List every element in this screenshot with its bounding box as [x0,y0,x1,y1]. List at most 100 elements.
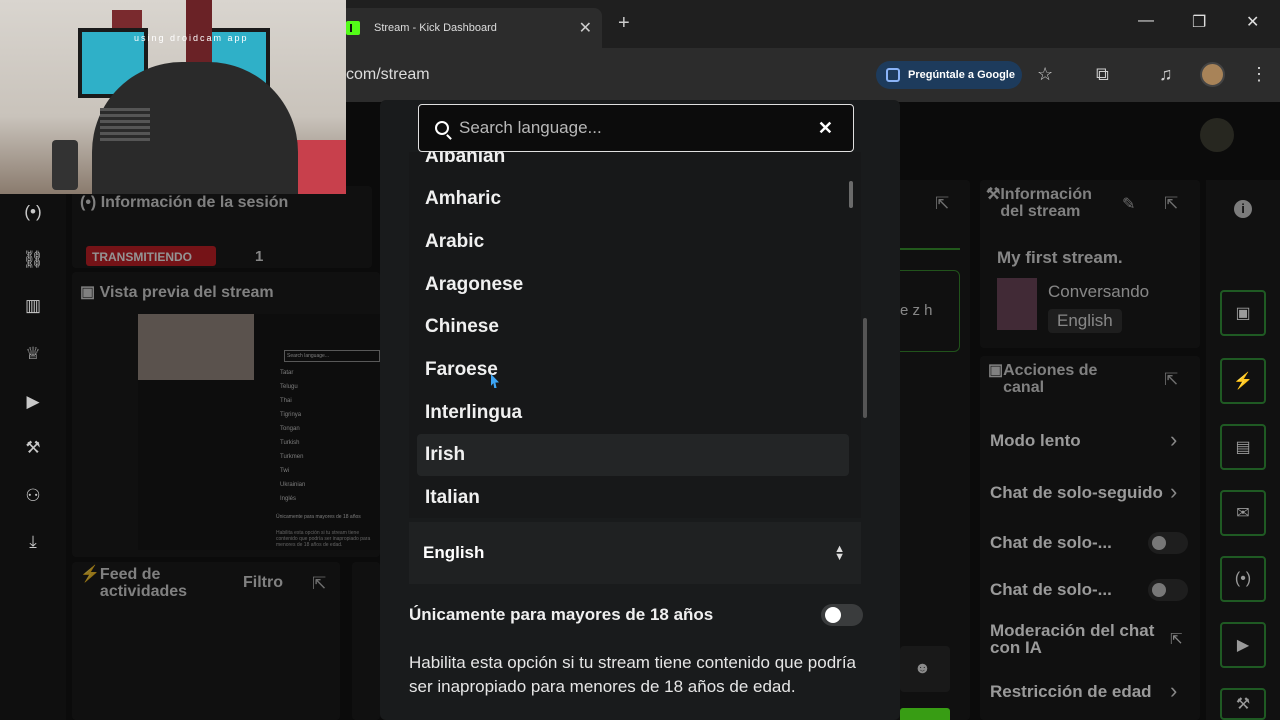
chevron-right-icon: › [1170,678,1178,703]
download-icon[interactable]: ⤓ [22,532,44,554]
send-button[interactable] [900,708,950,720]
language-option[interactable]: Albanian [417,152,849,178]
broadcast-icon[interactable]: (•) [22,202,44,224]
url-text[interactable]: com/stream [346,66,430,84]
dropdown-scrollbar[interactable] [849,181,853,208]
kick-favicon-icon [346,21,360,35]
external-link-icon: ⇱ [1170,631,1183,648]
video-library-icon[interactable]: ▶ [22,392,44,414]
ai-moderation-item[interactable]: Moderación del chat con IA [990,622,1154,656]
language-search-input[interactable] [459,118,818,138]
slow-mode-item[interactable]: Modo lento [990,431,1081,451]
analytics-icon[interactable]: ▥ [22,296,44,318]
stream-title: My first stream. [997,248,1123,267]
browser-tab[interactable]: Stream - Kick Dashboard ✕ [340,8,602,48]
menu-dots-icon[interactable]: ⋮ [1250,64,1268,85]
profile-avatar[interactable] [1200,62,1225,87]
preview-title: ▣ Vista previa del stream [80,282,274,302]
close-window-icon[interactable]: ✕ [1246,12,1259,32]
sub-only-toggle[interactable] [1148,532,1188,554]
session-title: (•) Información de la sesión [80,194,288,212]
status-badge: TRANSMITIENDO [86,246,216,266]
emoji-icon: ☻ [914,660,931,677]
user-avatar[interactable] [1200,118,1234,152]
tab-title: Stream - Kick Dashboard [374,22,497,34]
broadcast-action-button[interactable]: (•) [1220,556,1266,602]
viewer-count: 1 [255,248,264,265]
activity-filter[interactable]: Filtro [243,574,283,592]
next-panel [352,562,380,720]
mini-search: Search language... [284,350,380,362]
follower-only-item[interactable]: Chat de solo-seguido [990,483,1163,503]
adult-only-label: Únicamente para mayores de 18 años [409,605,714,624]
wrench-small-icon: ⚒ [986,186,1001,203]
select-arrows-icon: ▲ ▼ [834,543,845,563]
adult-only-description: Habilita esta opción si tu stream tiene … [409,653,856,696]
webcam-overlay: using droidcam app [0,0,346,194]
chat-partial-text: e z h [900,302,933,319]
category-name: Conversando [1048,282,1150,301]
info-popout-icon[interactable]: ⇱ [1164,194,1178,214]
stream-info-title: ⚒ Información del stream [986,186,1092,220]
chevron-right-icon: › [1170,479,1178,504]
preview-title-text: Vista previa del stream [99,284,274,301]
bookmark-star-icon[interactable]: ☆ [1037,64,1053,85]
minimize-icon[interactable]: — [1138,12,1154,30]
restore-icon[interactable]: ❐ [1192,12,1206,32]
chat-action-button[interactable]: ✉ [1220,490,1266,536]
language-option[interactable]: Chinese [417,306,849,348]
video-action-button[interactable]: ▶ [1220,622,1266,668]
mini-adult: Únicamente para mayores de 18 años [276,514,361,520]
modal-scrollbar[interactable] [863,318,867,418]
preview-icon: ▣ [80,284,100,301]
chevron-right-icon: › [1170,427,1178,452]
link-icon[interactable]: ⛓ [22,250,44,272]
info-icon[interactable]: i [1234,200,1252,218]
popout-icon[interactable]: ⇱ [312,574,326,594]
search-icon [435,121,449,135]
language-search: ✕ [418,104,854,152]
notes-action-button[interactable]: ▤ [1220,424,1266,470]
activity-icon: ⚡ [80,566,100,583]
camera-action-button[interactable]: ▣ [1220,290,1266,336]
category-thumbnail [997,278,1037,330]
language-tag: English [1048,309,1122,333]
users-icon[interactable]: ⚇ [22,486,44,508]
actions-popout-icon[interactable]: ⇱ [1164,370,1178,390]
mini-desc: Habilita esta opción si tu stream tiene … [276,530,371,548]
language-option[interactable]: Arabic [417,221,849,263]
chat-popout-icon[interactable]: ⇱ [935,194,949,214]
language-option[interactable]: Interlingua [417,392,849,434]
language-option[interactable]: Faroese [417,349,849,391]
emote-only-toggle[interactable] [1148,579,1188,601]
channel-actions-title: ▣ Acciones de canal [988,362,1098,396]
lightning-action-button[interactable]: ⚡ [1220,358,1266,404]
sub-only-item: Chat de solo-... [990,533,1112,552]
preview-webcam [138,314,254,380]
close-tab-icon[interactable]: ✕ [579,18,592,38]
trophy-icon[interactable]: ♕ [22,344,44,366]
language-option[interactable]: Italian [417,477,849,518]
camera-small-icon: ▣ [988,362,1004,379]
media-control-icon[interactable]: ♫ [1159,64,1173,85]
age-restriction-item[interactable]: Restricción de edad [990,682,1152,702]
extensions-icon[interactable]: ⧉ [1096,64,1109,85]
lens-icon [886,68,900,82]
language-option[interactable]: Aragonese [417,264,849,306]
mini-lang-list: Tatar Telugu Thai Tigrinya Tongan Turkish Tu… [280,370,306,502]
language-select[interactable]: English ▲ ▼ [409,522,861,584]
language-option[interactable]: Amharic [417,178,849,220]
adult-only-toggle[interactable] [821,604,863,626]
chat-tab-underline [900,248,960,250]
edit-pencil-icon[interactable]: ✎ [1122,194,1135,214]
language-dropdown: Albanian Amharic Arabic Aragonese Chines… [409,152,861,518]
ask-google-button[interactable]: Pregúntale a Google [876,61,1022,89]
language-option-highlighted[interactable]: Irish [417,434,849,476]
activity-title: ⚡ Feed de actividades [80,566,188,600]
wrench-icon[interactable]: ⚒ [22,438,44,460]
new-tab-icon[interactable]: + [618,12,630,35]
tools-action-button[interactable]: ⚒ [1220,688,1266,720]
emote-only-item: Chat de solo-... [990,580,1112,599]
ask-google-label: Pregúntale a Google [908,69,1015,81]
clear-search-icon[interactable]: ✕ [818,118,833,139]
